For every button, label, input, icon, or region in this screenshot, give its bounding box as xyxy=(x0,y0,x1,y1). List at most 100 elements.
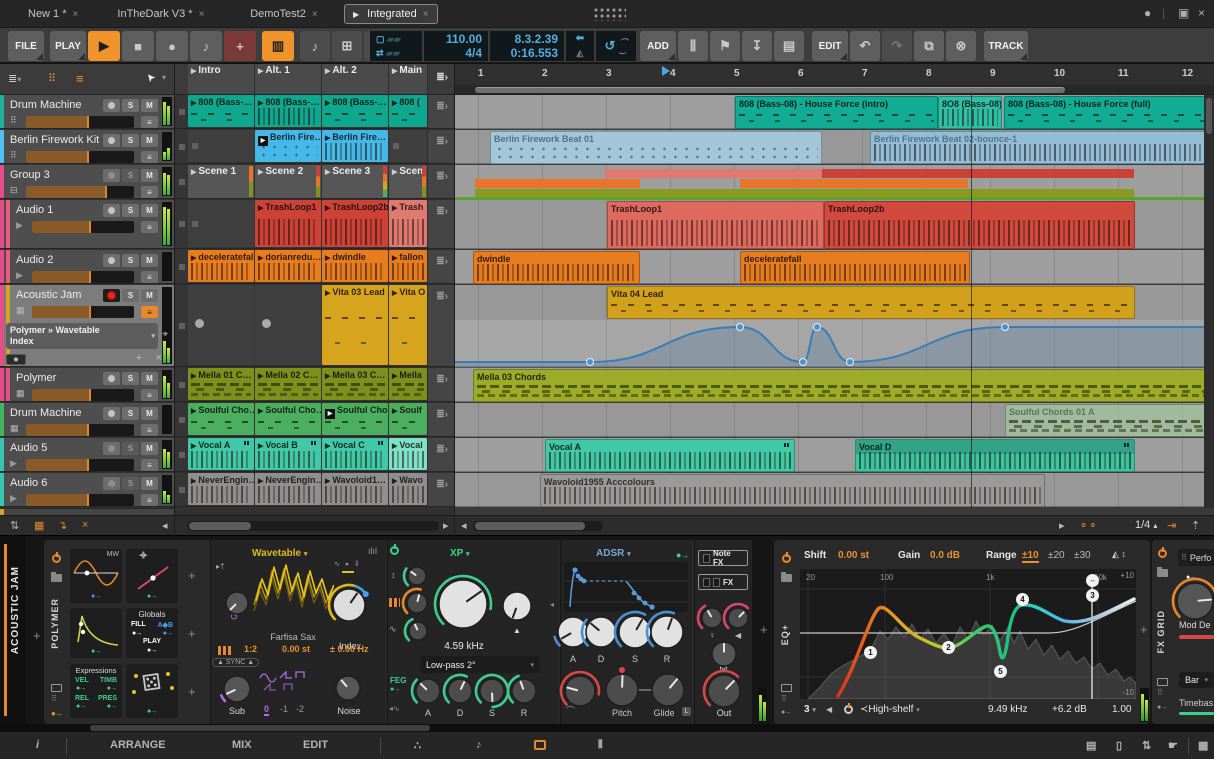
chooser-dropdown-icon[interactable]: ▾ xyxy=(151,331,155,342)
clip-launcher-cell[interactable]: ▶ 808 (Bass-… xyxy=(188,95,254,127)
stack-icon[interactable]: ≣› xyxy=(436,206,448,217)
stop-clip-button[interactable] xyxy=(179,486,185,493)
mute-button[interactable]: M xyxy=(141,254,158,267)
show-launcher-icon[interactable]: ▦ xyxy=(34,519,44,532)
arranger-clip[interactable]: Vita 04 Lead xyxy=(607,286,1135,319)
eq-power-icon[interactable] xyxy=(782,552,791,563)
volume-fader[interactable] xyxy=(26,116,134,128)
clip-launcher-cell[interactable]: ▶ Berlin Fire… xyxy=(322,130,388,162)
eq-band-4-handle[interactable]: 4 xyxy=(1016,593,1029,606)
track-height-icon[interactable]: ⇅ xyxy=(10,519,19,532)
scene-header[interactable]: ▶ Intro xyxy=(188,64,255,94)
track-row[interactable]: Audio 5 S M ▶ ≡ xyxy=(0,438,174,472)
track-menu-button[interactable]: ≡ xyxy=(141,151,158,163)
shift-value[interactable]: 0.00 st xyxy=(838,550,869,561)
clip-launcher-cell[interactable]: ▶ TrashLoop1 xyxy=(255,200,321,247)
wavetable-index-knob[interactable] xyxy=(325,581,373,629)
fx-toggle[interactable]: FX xyxy=(698,574,748,590)
track-row[interactable]: Audio 1 S M ▶ ≡ xyxy=(0,200,174,249)
amp-env-knob[interactable] xyxy=(557,668,603,714)
volume-fader[interactable] xyxy=(26,459,134,471)
eq-band-q[interactable]: 1.00 xyxy=(1112,704,1131,715)
empty-clip-slot[interactable] xyxy=(188,130,254,162)
arranger-clip[interactable]: dwindle xyxy=(473,251,640,284)
wavetable-keytrack-icon[interactable] xyxy=(216,646,231,655)
close-panel-icon[interactable]: × xyxy=(82,519,88,531)
arm-button[interactable] xyxy=(103,372,120,385)
index-mode-icons[interactable]: ∿ ▸ ‖ xyxy=(334,560,360,568)
add-modulator-slot[interactable]: + xyxy=(188,684,196,699)
mute-button[interactable]: M xyxy=(141,372,158,385)
clip-launcher-cell[interactable]: ▶ Vocal xyxy=(389,438,427,470)
solo-button[interactable]: S xyxy=(122,442,139,455)
stop-clip-button[interactable] xyxy=(179,416,185,423)
stop-clip-button[interactable] xyxy=(179,143,185,150)
track-menu-button[interactable]: ≡ xyxy=(141,459,158,471)
fx-grid-device-name[interactable]: FX GRID xyxy=(1156,610,1166,654)
scene-header[interactable]: ▶ Main xyxy=(389,64,428,94)
track-menu-button[interactable]: ≡ xyxy=(141,389,158,401)
clip-launcher-cell[interactable]: ▶ Vita 03 Lead xyxy=(322,285,388,365)
maximize-icon[interactable]: ▣ xyxy=(1178,6,1189,20)
add-modulator-slot[interactable]: + xyxy=(188,626,196,641)
polymer-power-icon[interactable] xyxy=(52,552,61,563)
track-menu-button[interactable]: ≡ xyxy=(141,494,158,506)
play-menu-button[interactable]: PLAY xyxy=(50,31,86,61)
list-view-icon[interactable]: ≡ xyxy=(76,71,84,86)
polymer-device-name[interactable]: POLYMER xyxy=(50,598,60,649)
arranger-clip[interactable]: Berlin Firework Beat 01 xyxy=(490,131,822,164)
record-button[interactable]: ● xyxy=(156,31,188,61)
solo-button[interactable]: S xyxy=(122,99,139,112)
pitch-knob[interactable] xyxy=(598,666,646,714)
delete-icon[interactable]: ⊗ xyxy=(946,31,976,61)
glide-knob[interactable] xyxy=(644,666,692,714)
polymer-preset-folder-icon[interactable] xyxy=(51,572,62,582)
sync-pill[interactable]: ▲ SYNC ▲ xyxy=(212,658,260,667)
volume-fader[interactable] xyxy=(26,186,134,198)
range-30[interactable]: ±30 xyxy=(1074,550,1091,561)
clip-launcher-cell[interactable]: ▶Soulful Cho… xyxy=(322,403,388,435)
project-tab[interactable]: New 1 * × xyxy=(20,4,86,24)
track-menu-button[interactable]: ≡ xyxy=(141,271,158,283)
range-20[interactable]: ±20 xyxy=(1048,550,1065,561)
arranger-clip[interactable]: 808 (Bass-08) - House Force (full) xyxy=(1004,96,1214,129)
eq-band-freq[interactable]: 9.49 kHz xyxy=(988,704,1027,715)
sub-oct-minus1[interactable]: -1 xyxy=(280,704,288,714)
cue-marker-icon[interactable]: ⚑ xyxy=(710,31,740,61)
stop-clip-button[interactable] xyxy=(179,381,185,388)
loop-cluster[interactable]: ↺ ⌒ ‿ xyxy=(596,31,636,61)
arranger-clip[interactable]: Berlin Firework Beat 02-bounce-1 xyxy=(870,131,1214,164)
track-menu-button[interactable]: ≡ xyxy=(141,186,158,198)
mute-button[interactable]: M xyxy=(141,477,158,490)
scene-launch-cell[interactable]: ▶ Scene 1 xyxy=(188,165,255,198)
note-write-icon[interactable]: ♪ xyxy=(300,31,330,61)
sub-oct-0[interactable]: 0 xyxy=(264,704,270,716)
scroll-left-icon[interactable]: ◂ xyxy=(461,519,467,532)
loop-region[interactable] xyxy=(475,87,1065,93)
clip-launcher-cell[interactable]: ▶ Vocal B xyxy=(255,438,321,470)
volume-fader[interactable] xyxy=(32,389,134,401)
eq-band-1-handle[interactable]: 1 xyxy=(864,646,877,659)
clip-launcher-cell[interactable]: ▶ Vocal C xyxy=(322,438,388,470)
track-list-menu-icon[interactable]: ≣▾ xyxy=(8,72,21,85)
track-menu-button[interactable]: ≡ xyxy=(141,221,158,233)
add-device-slot[interactable]: + xyxy=(33,628,41,643)
mod-cell-expressions[interactable]: Expressions VEL TIMB ●→ ●→ REL PRES ●→ ●… xyxy=(70,664,122,718)
fx-grid-remote-icon[interactable]: ⠿ xyxy=(1157,688,1163,697)
punch-record-button[interactable]: + xyxy=(224,31,256,61)
note-io-icon[interactable]: ♪ xyxy=(476,739,482,751)
stop-clip-button[interactable] xyxy=(179,322,185,329)
stack-icon[interactable]: ≣› xyxy=(436,479,448,490)
add-menu-button[interactable]: ADD xyxy=(640,31,676,61)
track-row[interactable]: Audio 2 S M ▶ ≡ xyxy=(0,250,174,284)
arm-button[interactable] xyxy=(103,407,120,420)
mute-button[interactable]: M xyxy=(141,289,158,302)
add-device-slot[interactable]: + xyxy=(760,622,768,637)
solo-button[interactable]: S xyxy=(122,134,139,147)
scene-header[interactable]: ▶ Alt. 2 xyxy=(322,64,389,94)
mod-cell-globals[interactable]: Globals FILL ●→ A◆B ●→ PLAY ●→ xyxy=(126,608,178,658)
browser-icon[interactable]: ▤ xyxy=(774,31,804,61)
clip-launcher-cell[interactable]: ▶ Berlin Fire… xyxy=(255,130,321,162)
noise-knob[interactable] xyxy=(328,668,368,708)
close-icon[interactable]: × xyxy=(1198,6,1205,20)
